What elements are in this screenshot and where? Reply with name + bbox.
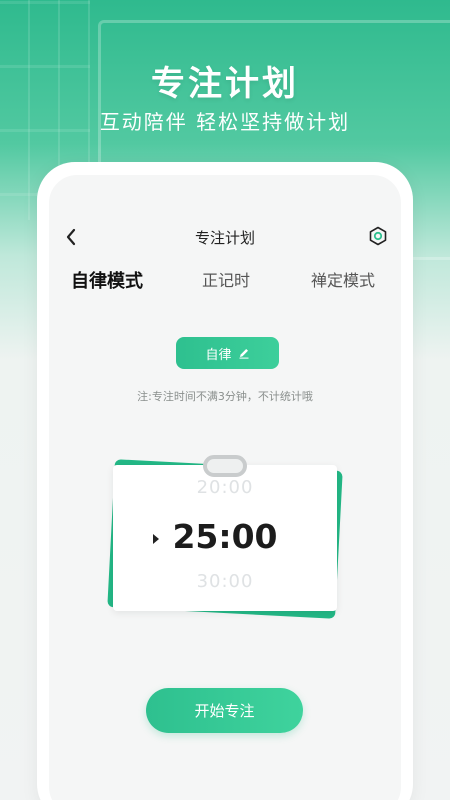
mode-tabs: 自律模式 正记时 禅定模式	[49, 267, 401, 297]
timer-previous-option[interactable]: 20:00	[113, 477, 337, 498]
settings-button[interactable]	[365, 223, 391, 249]
nav-bar: 专注计划	[49, 223, 401, 251]
hexagon-gear-icon	[369, 226, 387, 246]
focus-note: 注:专注时间不满3分钟，不计统计哦	[137, 390, 313, 403]
start-button-label: 开始专注	[194, 702, 255, 720]
edit-mode-button[interactable]: 自律	[176, 337, 279, 369]
tab-label: 自律模式	[71, 271, 143, 292]
tab-count-up[interactable]: 正记时	[202, 267, 250, 291]
mode-button-label: 自律	[205, 347, 232, 363]
nav-title: 专注计划	[194, 229, 255, 247]
tab-self-discipline[interactable]: 自律模式	[71, 267, 143, 295]
timer-next-option[interactable]: 30:00	[113, 571, 337, 592]
paper-clip-icon	[203, 455, 247, 477]
app-screen: 专注计划 自律模式 正记时 禅定模式 自律 注:专注时间不满3分钟，不计统计哦 …	[49, 175, 401, 800]
timer-card[interactable]: 20:00 25:00 30:00	[113, 465, 337, 611]
tab-zen-mode[interactable]: 禅定模式	[311, 267, 375, 291]
pencil-icon	[239, 349, 248, 359]
tab-label: 禅定模式	[311, 271, 376, 290]
timer-current-value[interactable]: 25:00	[113, 517, 337, 556]
start-focus-button[interactable]: 开始专注	[146, 688, 303, 733]
hero-title: 专注计划	[151, 64, 299, 104]
tab-label: 正记时	[202, 271, 251, 290]
hero-subtitle: 互动陪伴 轻松坚持做计划	[99, 110, 351, 134]
